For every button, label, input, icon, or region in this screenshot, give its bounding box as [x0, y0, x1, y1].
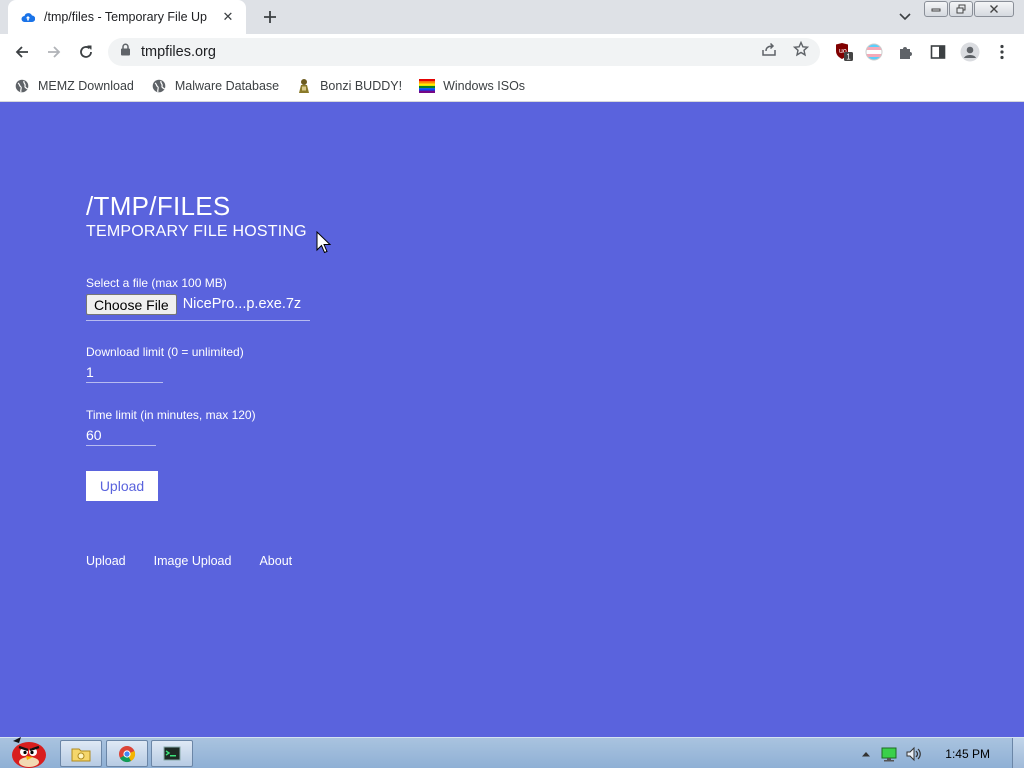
reload-button[interactable] — [74, 40, 98, 64]
menu-kebab-icon[interactable] — [992, 42, 1012, 62]
taskbar-terminal[interactable] — [151, 740, 193, 767]
footer-link-image-upload[interactable]: Image Upload — [154, 554, 232, 568]
footer-nav: Upload Image Upload About — [86, 554, 320, 568]
forward-button[interactable] — [42, 40, 66, 64]
tab-search-icon[interactable] — [895, 7, 915, 27]
terminal-icon — [163, 746, 181, 760]
extension-badge-count: 1 — [846, 53, 851, 62]
file-field-label: Select a file (max 100 MB) — [86, 276, 227, 290]
window-controls — [923, 1, 1014, 17]
page-title: /TMP/FILES — [86, 191, 231, 221]
browser-tab[interactable]: /tmp/files - Temporary File Up ✕ — [8, 0, 246, 34]
choose-file-button[interactable]: Choose File — [86, 294, 177, 315]
bookmarks-bar: MEMZ Download Malware Database Bonzi BUD… — [0, 70, 1024, 102]
cloud-upload-icon — [21, 10, 35, 24]
globe-icon — [151, 78, 167, 94]
close-window-button[interactable] — [974, 1, 1014, 17]
minimize-button[interactable] — [924, 1, 948, 17]
bookmark-malware-database[interactable]: Malware Database — [151, 78, 279, 94]
side-panel-icon[interactable] — [928, 42, 948, 62]
start-button[interactable] — [4, 732, 50, 768]
download-limit-input[interactable] — [86, 361, 163, 383]
new-tab-button[interactable] — [258, 5, 282, 29]
tab-strip: /tmp/files - Temporary File Up ✕ — [0, 0, 1024, 34]
browser-toolbar: tmpfiles.org uo 1 — [0, 34, 1024, 70]
share-icon[interactable] — [760, 40, 778, 58]
chrome-icon — [119, 745, 136, 762]
download-limit-label: Download limit (0 = unlimited) — [86, 345, 244, 359]
profile-avatar-icon[interactable] — [960, 42, 980, 62]
system-tray: 1:45 PM — [857, 738, 1024, 768]
footer-link-about[interactable]: About — [259, 554, 292, 568]
bookmark-bonzi-buddy[interactable]: Bonzi BUDDY! — [296, 78, 402, 94]
close-tab-icon[interactable]: ✕ — [220, 9, 236, 25]
angry-bird-icon — [12, 736, 46, 768]
globe-icon — [14, 78, 30, 94]
mouse-cursor-icon — [316, 230, 332, 260]
lock-icon[interactable] — [120, 43, 131, 61]
tab-title: /tmp/files - Temporary File Up — [44, 10, 208, 24]
bookmark-star-icon[interactable] — [792, 40, 810, 58]
restore-button[interactable] — [949, 1, 973, 17]
bookmark-windows-isos[interactable]: Windows ISOs — [419, 78, 525, 94]
file-input[interactable]: Choose File NicePro...p.exe.7z — [86, 294, 310, 321]
page-content: /TMP/FILES TEMPORARY FILE HOSTING Select… — [0, 103, 1024, 737]
show-hidden-icons-icon[interactable] — [857, 745, 875, 763]
bonzi-icon — [296, 78, 312, 94]
extensions-puzzle-icon[interactable] — [896, 42, 916, 62]
taskbar-chrome[interactable] — [106, 740, 148, 767]
address-bar[interactable]: tmpfiles.org — [108, 38, 820, 66]
bookmark-label: MEMZ Download — [38, 78, 134, 93]
back-button[interactable] — [10, 40, 34, 64]
bookmark-memz-download[interactable]: MEMZ Download — [14, 78, 134, 94]
time-limit-input[interactable] — [86, 424, 156, 446]
bookmark-label: Bonzi BUDDY! — [320, 78, 403, 93]
taskbar-explorer[interactable] — [60, 740, 102, 767]
volume-icon[interactable] — [905, 745, 923, 763]
system-clock[interactable]: 1:45 PM — [945, 747, 990, 761]
network-icon[interactable] — [881, 745, 899, 763]
explorer-icon — [71, 748, 91, 761]
url-text: tmpfiles.org — [141, 44, 216, 60]
upload-button[interactable]: Upload — [86, 471, 158, 501]
bookmark-label: Windows ISOs — [443, 78, 526, 93]
rainbow-flag-icon — [419, 78, 436, 94]
bookmark-label: Malware Database — [174, 78, 280, 93]
ublock-extension-icon[interactable]: uo 1 — [834, 42, 854, 62]
show-desktop-button[interactable] — [1012, 738, 1024, 768]
footer-link-upload[interactable]: Upload — [86, 554, 126, 568]
page-subtitle: TEMPORARY FILE HOSTING — [86, 223, 307, 240]
time-limit-label: Time limit (in minutes, max 120) — [86, 408, 256, 422]
selected-file-name: NicePro...p.exe.7z — [182, 296, 302, 312]
flag-extension-icon[interactable] — [864, 42, 884, 62]
taskbar: 1:45 PM — [0, 736, 1024, 768]
